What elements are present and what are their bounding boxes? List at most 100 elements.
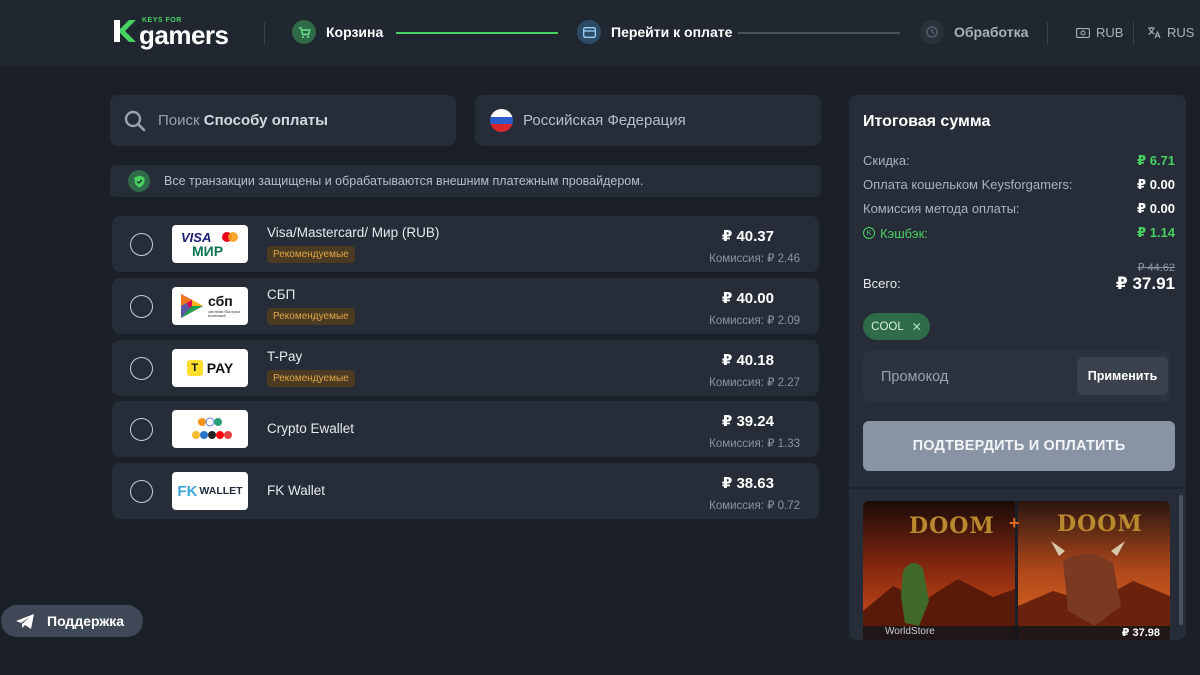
plus-sign: +	[1009, 513, 1020, 533]
cashback-value: ₽ 1.14	[1137, 225, 1175, 240]
currency-selector[interactable]: RUB	[1076, 25, 1123, 40]
confirm-pay-button[interactable]: ПОДТВЕРДИТЬ И ОПЛАТИТЬ	[863, 421, 1175, 471]
recommended-badge: Рекомендуемые	[267, 308, 355, 325]
header-divider	[1133, 22, 1134, 44]
recommended-badge: Рекомендуемые	[267, 370, 355, 387]
support-label: Поддержка	[47, 613, 125, 629]
method-price: ₽ 40.18	[721, 352, 774, 369]
method-fee: Комиссия: ₽ 2.46	[709, 253, 800, 265]
header-divider	[1047, 22, 1048, 44]
game-card[interactable]: DOOM DOOM + WorldStore ₽ 37.98	[863, 501, 1170, 640]
method-fee: Комиссия: ₽ 2.27	[709, 377, 800, 389]
currency-label: RUB	[1096, 25, 1124, 40]
search-icon	[124, 110, 146, 131]
recommended-badge: Рекомендуемые	[267, 246, 355, 263]
discount-label: Скидка:	[863, 153, 910, 168]
site-logo[interactable]: KEYS FOR gamers	[112, 16, 236, 52]
cashback-label: Кэшбэк:	[880, 225, 928, 241]
crypto-logo	[172, 410, 248, 448]
summary-title: Итоговая сумма	[863, 113, 991, 130]
method-name: Visa/Mastercard/ Мир (RUB)	[267, 225, 440, 240]
method-price: ₽ 40.00	[721, 290, 774, 307]
payment-method-visa-mir[interactable]: VISA МИР Visa/Mastercard/ Мир (RUB) Реко…	[112, 216, 819, 272]
step-cart-label: Корзина	[326, 24, 384, 40]
cart-icon	[292, 20, 316, 44]
top-header: KEYS FOR gamers Корзина Перейти к оплате…	[0, 0, 1200, 66]
wallet-row: Оплата кошельком Keysforgamers: ₽ 0.00	[863, 177, 1175, 193]
cashback-row: K Кэшбэк: ₽ 1.14	[863, 225, 1175, 241]
step-processing: Обработка	[920, 20, 1028, 44]
country-label: Российская Федерация	[523, 112, 686, 129]
fee-value: ₽ 0.00	[1137, 201, 1175, 216]
step-payment-label: Перейти к оплате	[611, 24, 733, 40]
telegram-icon	[16, 613, 34, 629]
payment-method-crypto[interactable]: Crypto Ewallet ₽ 39.24 Комиссия: ₽ 1.33	[112, 401, 819, 457]
remove-coupon-icon[interactable]: ✕	[912, 320, 922, 334]
fk-wallet-logo: FK WALLET	[172, 472, 248, 510]
wallet-value: ₽ 0.00	[1137, 177, 1175, 192]
language-label: RUS	[1167, 25, 1195, 40]
method-price: ₽ 38.63	[721, 475, 774, 492]
security-text: Все транзакции защищены и обрабатываются…	[164, 174, 644, 188]
game-title-right: DOOM	[1057, 511, 1143, 537]
game-title-left: DOOM	[909, 513, 995, 539]
game-card-footer: WorldStore ₽ 37.98	[863, 626, 1170, 640]
header-divider	[264, 22, 265, 44]
method-radio[interactable]	[130, 357, 153, 380]
method-radio[interactable]	[130, 233, 153, 256]
panel-divider	[849, 487, 1186, 489]
total-label: Всего:	[863, 276, 901, 291]
method-radio[interactable]	[130, 480, 153, 503]
method-radio[interactable]	[130, 295, 153, 318]
discount-row: Скидка: ₽ 6.71	[863, 153, 1175, 169]
method-price: ₽ 40.37	[721, 228, 774, 245]
payment-method-fk-wallet[interactable]: FK WALLET FK Wallet ₽ 38.63 Комиссия: ₽ …	[112, 463, 819, 519]
shield-icon	[128, 170, 150, 192]
discount-value: ₽ 6.71	[1137, 153, 1175, 168]
method-price: ₽ 39.24	[721, 413, 774, 430]
visa-mir-logo: VISA МИР	[172, 225, 248, 263]
russia-flag-icon	[490, 109, 513, 132]
promo-code-input[interactable]	[863, 351, 1073, 402]
country-selector[interactable]: Российская Федерация	[475, 95, 821, 146]
step-pending-line	[738, 32, 900, 34]
wallet-label: Оплата кошельком Keysforgamers:	[863, 177, 1073, 192]
panel-scrollbar[interactable]	[1179, 495, 1183, 625]
step-cart[interactable]: Корзина	[292, 20, 383, 44]
method-name: FK Wallet	[267, 483, 326, 498]
search-placeholder: Поиск Способу оплаты	[158, 112, 328, 129]
payment-method-sbp[interactable]: сбп система быстрых платежей СБП Рекомен…	[112, 278, 819, 334]
method-fee: Комиссия: ₽ 1.33	[709, 438, 800, 450]
apply-promo-button[interactable]: Применить	[1077, 357, 1168, 395]
security-notice: Все транзакции защищены и обрабатываются…	[110, 165, 821, 197]
method-fee: Комиссия: ₽ 0.72	[709, 500, 800, 512]
sbp-logo: сбп система быстрых платежей	[172, 287, 248, 325]
money-icon	[1076, 27, 1090, 38]
game-price: ₽ 37.98	[1121, 627, 1160, 639]
applied-coupon-chip: COOL ✕	[863, 313, 930, 340]
coupon-code: COOL	[871, 320, 904, 333]
card-icon	[577, 20, 601, 44]
method-radio[interactable]	[130, 418, 153, 441]
cashback-label-wrap: K Кэшбэк:	[863, 225, 928, 241]
fee-row: Комиссия метода оплаты: ₽ 0.00	[863, 201, 1175, 217]
clock-icon	[920, 20, 944, 44]
support-button[interactable]: Поддержка	[1, 605, 143, 637]
seller-name: WorldStore	[885, 626, 935, 637]
logo-k-icon	[114, 20, 136, 42]
method-fee: Комиссия: ₽ 2.09	[709, 315, 800, 327]
language-selector[interactable]: RUS	[1147, 25, 1194, 40]
method-name: Crypto Ewallet	[267, 421, 355, 436]
total-value: ₽ 37.91	[1115, 274, 1175, 293]
payment-method-tpay[interactable]: T PAY T-Pay Рекомендуемые ₽ 40.18 Комисс…	[112, 340, 819, 396]
step-payment[interactable]: Перейти к оплате	[577, 20, 732, 44]
step-processing-label: Обработка	[954, 24, 1029, 40]
cashback-icon: K	[863, 227, 875, 239]
promo-box: Применить	[863, 351, 1170, 402]
method-name: СБП	[267, 287, 296, 302]
payment-search-input[interactable]: Поиск Способу оплаты	[110, 95, 456, 146]
step-progress-line	[396, 32, 558, 34]
order-summary-panel: Итоговая сумма Скидка: ₽ 6.71 Оплата кош…	[849, 95, 1186, 640]
method-name: T-Pay	[267, 349, 303, 364]
fee-label: Комиссия метода оплаты:	[863, 201, 1020, 216]
